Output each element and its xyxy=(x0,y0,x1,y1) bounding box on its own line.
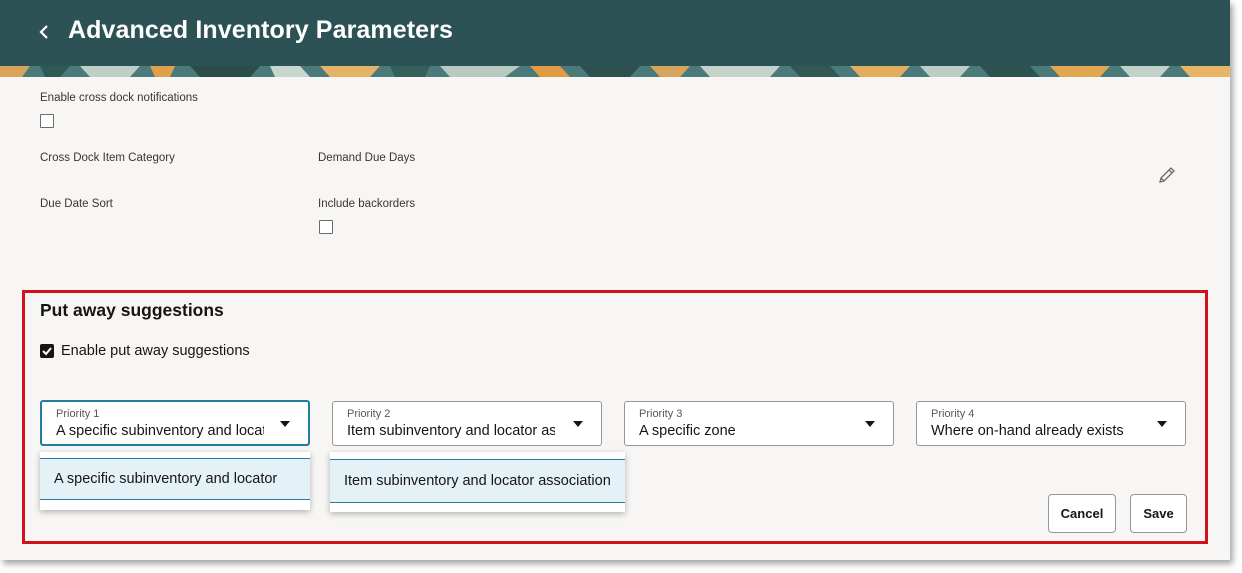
include-backorders-checkbox[interactable] xyxy=(319,220,333,234)
checkmark-icon xyxy=(42,347,52,356)
include-backorders-label: Include backorders xyxy=(318,198,416,210)
header-decorative-pattern xyxy=(0,66,1230,77)
caret-down-icon xyxy=(865,421,875,427)
enable-cross-dock-notifications-checkbox[interactable] xyxy=(40,114,54,128)
priority-2-select[interactable]: Priority 2 Item subinventory and locator… xyxy=(332,401,602,446)
app-window: Advanced Inventory Parameters Enable cro… xyxy=(0,0,1230,560)
enable-cross-dock-notifications-label: Enable cross dock notifications xyxy=(40,92,198,104)
priority-3-value: A specific zone xyxy=(639,423,736,439)
page-title: Advanced Inventory Parameters xyxy=(68,16,454,44)
chevron-left-icon[interactable] xyxy=(36,22,52,42)
priority-4-value: Where on-hand already exists xyxy=(931,423,1124,439)
priority-1-dropdown: A specific subinventory and locator xyxy=(40,452,310,510)
priority-2-dropdown: Item subinventory and locator associatio… xyxy=(330,452,625,512)
priority-4-label: Priority 4 xyxy=(931,408,975,420)
page-header: Advanced Inventory Parameters xyxy=(0,0,1230,66)
enable-put-away-checkbox[interactable] xyxy=(40,344,54,358)
dropdown-option[interactable]: A specific subinventory and locator xyxy=(40,458,310,500)
priority-3-select[interactable]: Priority 3 A specific zone xyxy=(624,401,894,446)
caret-down-icon xyxy=(1157,421,1167,427)
priority-2-label: Priority 2 xyxy=(347,408,391,420)
priority-1-value: A specific subinventory and locator xyxy=(56,423,264,439)
due-date-sort-label: Due Date Sort xyxy=(40,198,113,210)
dropdown-option[interactable]: Item subinventory and locator associatio… xyxy=(330,459,625,503)
priority-3-label: Priority 3 xyxy=(639,408,683,420)
demand-due-days-label: Demand Due Days xyxy=(318,152,416,164)
caret-down-icon xyxy=(573,421,583,427)
save-button[interactable]: Save xyxy=(1130,494,1187,533)
priority-2-value: Item subinventory and locator associatio… xyxy=(347,423,555,439)
cancel-button[interactable]: Cancel xyxy=(1048,494,1116,533)
put-away-section-title: Put away suggestions xyxy=(40,300,224,320)
priority-1-label: Priority 1 xyxy=(56,408,100,420)
cross-dock-item-category-label: Cross Dock Item Category xyxy=(40,152,175,164)
priority-1-select[interactable]: Priority 1 A specific subinventory and l… xyxy=(40,400,310,446)
caret-down-icon xyxy=(280,421,290,427)
enable-put-away-label: Enable put away suggestions xyxy=(61,343,250,359)
pencil-icon[interactable] xyxy=(1157,165,1177,185)
priority-4-select[interactable]: Priority 4 Where on-hand already exists xyxy=(916,401,1186,446)
